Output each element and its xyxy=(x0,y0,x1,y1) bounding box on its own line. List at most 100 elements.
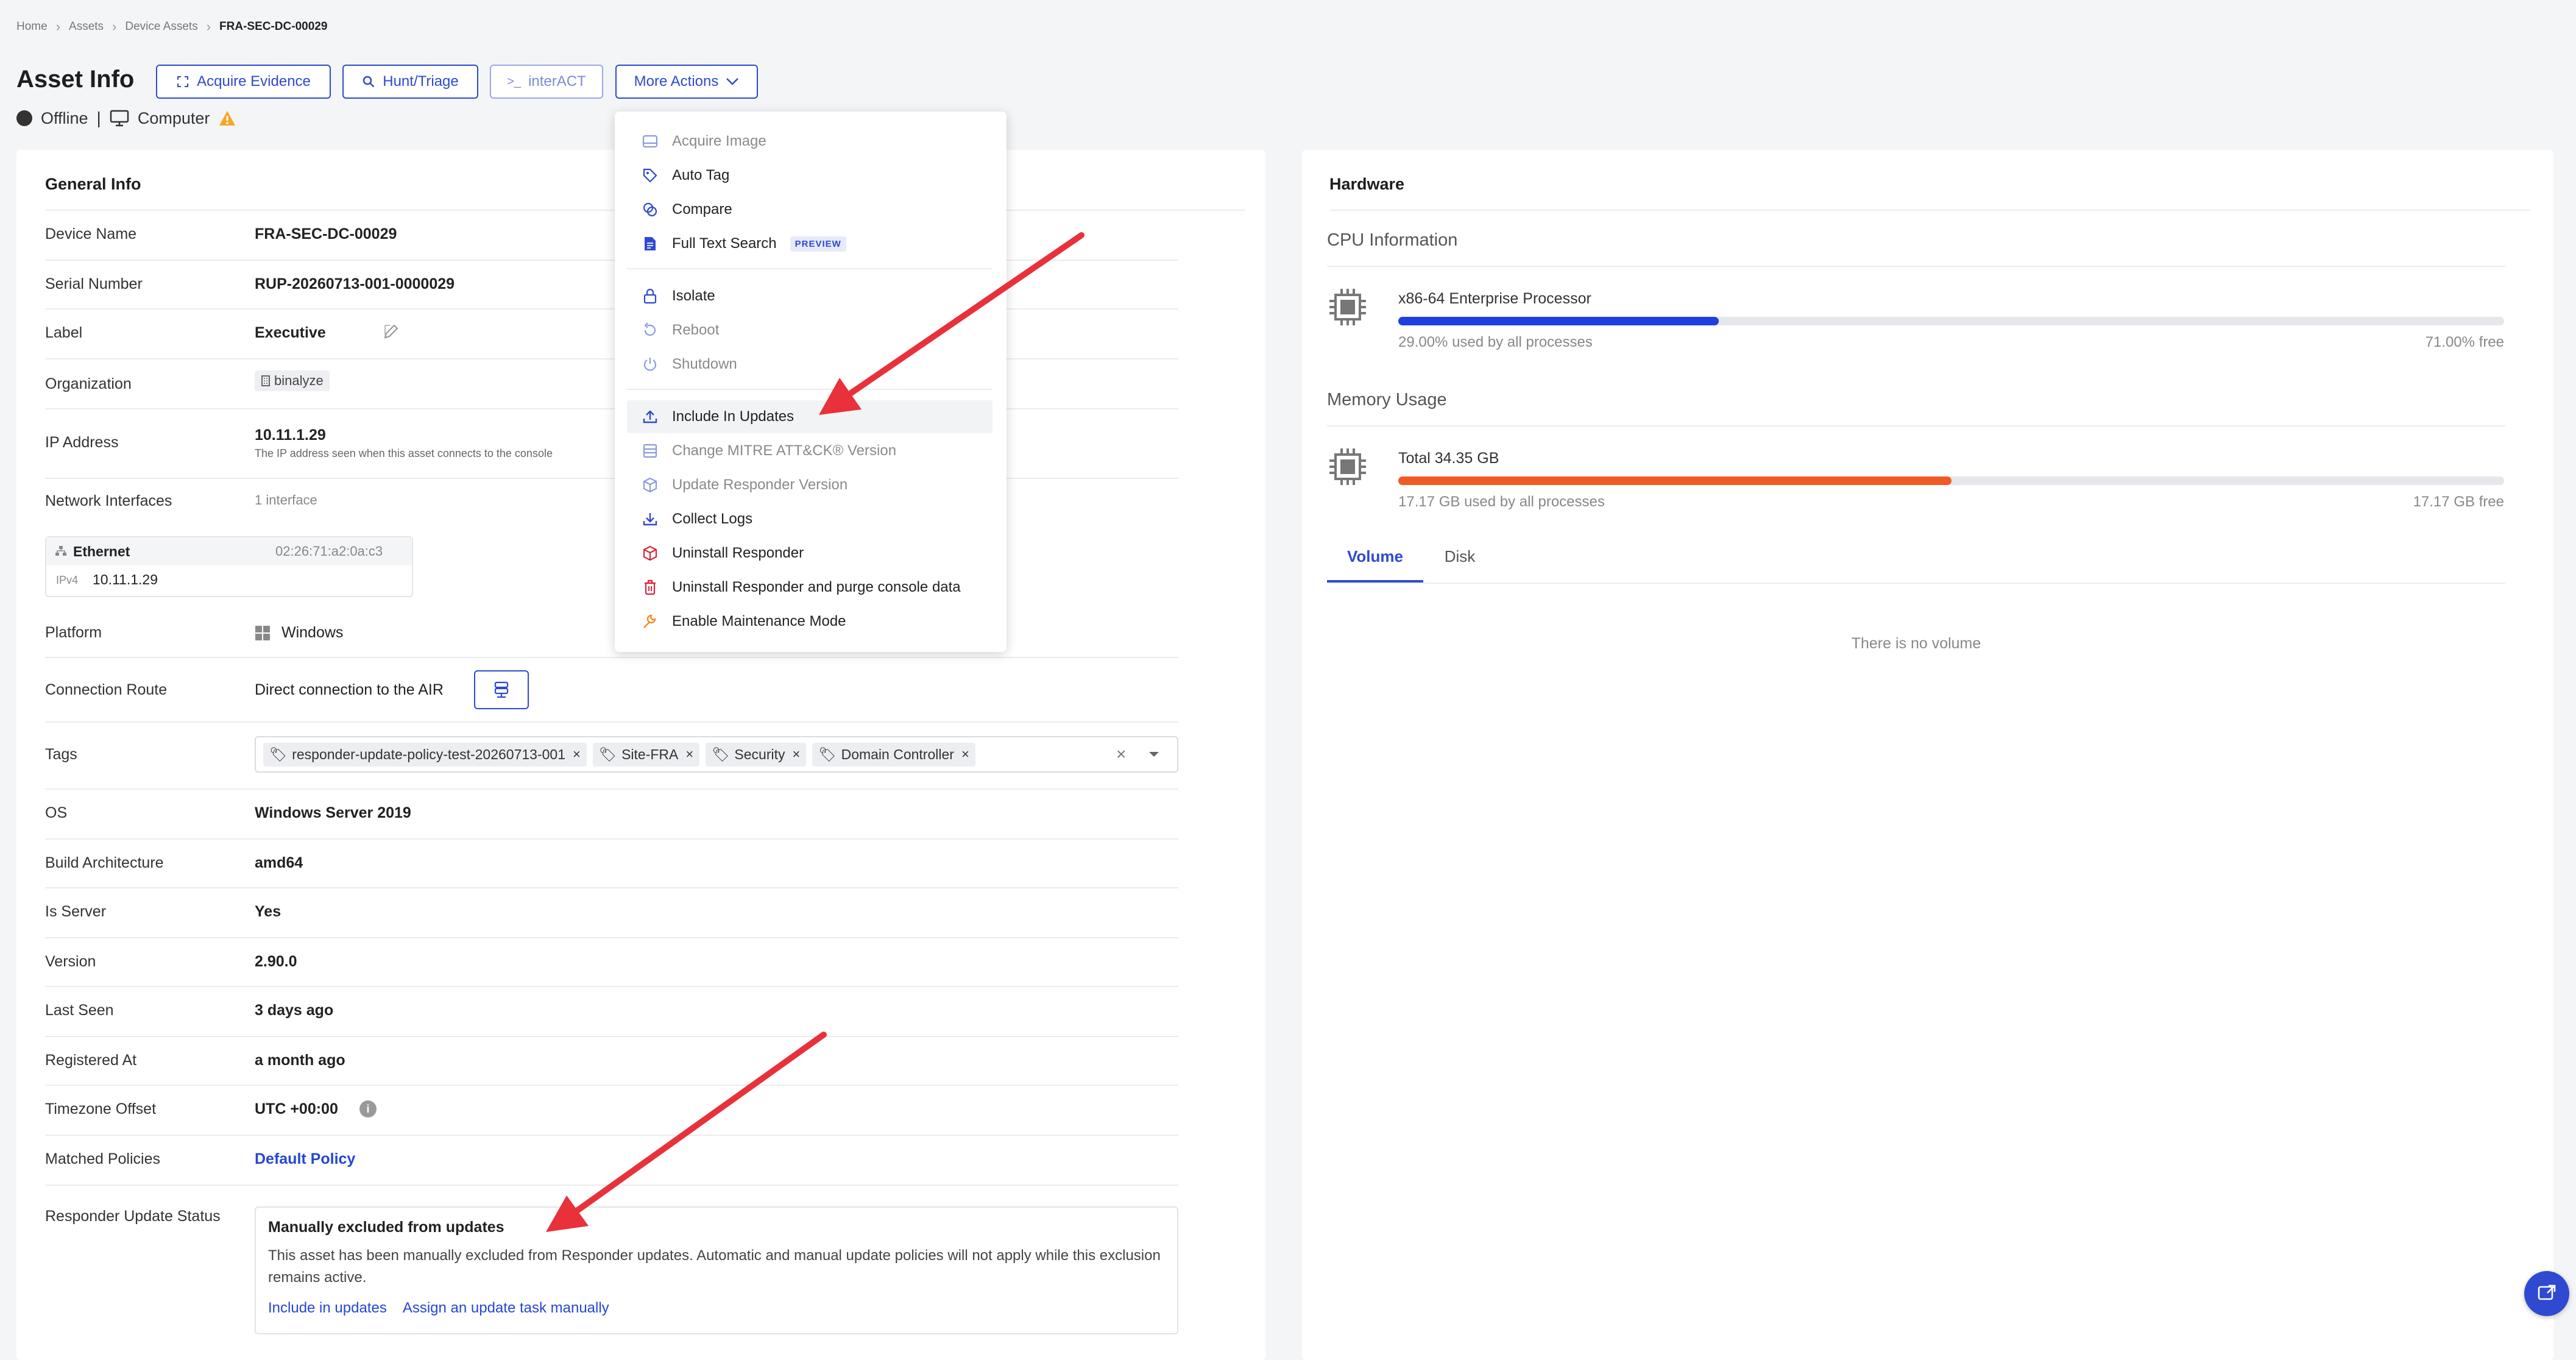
connection-route-button[interactable] xyxy=(474,670,529,709)
remove-tag-icon[interactable]: × xyxy=(793,746,801,762)
row-organization: Organization binalyze xyxy=(45,359,1178,409)
divider: | xyxy=(96,108,101,127)
tag-icon: 🏷 xyxy=(269,746,288,762)
warning-icon[interactable] xyxy=(218,110,236,127)
row-timezone: Timezone Offset UTC +00:00 i xyxy=(45,1086,1178,1136)
menu-change-mitre-version[interactable]: Change MITRE ATT&CK® Version xyxy=(627,434,993,467)
more-actions-button[interactable]: More Actions xyxy=(615,65,758,99)
cpu-section-title: CPU Information xyxy=(1327,230,1458,250)
remove-tag-icon[interactable]: × xyxy=(685,746,693,762)
interface-card: Ethernet 02:26:71:a2:0a:c3 IPv4 10.11.1.… xyxy=(45,536,413,597)
hunt-triage-label: Hunt/Triage xyxy=(383,73,459,90)
menu-divider xyxy=(627,268,993,269)
menu-label: Acquire Image xyxy=(672,133,766,149)
menu-acquire-image[interactable]: Acquire Image xyxy=(627,125,993,158)
menu-label: Include In Updates xyxy=(672,408,794,425)
notice-title: Manually excluded from updates xyxy=(268,1219,504,1236)
update-status-label: Responder Update Status xyxy=(45,1208,221,1225)
policy-link[interactable]: Default Policy xyxy=(255,1150,355,1168)
row-registered: Registered At a month ago xyxy=(45,1037,1178,1086)
remove-tag-icon[interactable]: × xyxy=(573,746,581,762)
trash-icon xyxy=(642,579,659,596)
windows-icon xyxy=(255,625,271,641)
page-title: Asset Info xyxy=(16,66,135,93)
menu-include-in-updates[interactable]: Include In Updates xyxy=(627,400,993,433)
cpu-used-text: 29.00% used by all processes xyxy=(1398,334,1593,350)
compare-icon xyxy=(642,201,659,218)
search-icon xyxy=(362,75,375,88)
tab-disk[interactable]: Disk xyxy=(1423,544,1496,583)
menu-divider xyxy=(627,389,993,390)
assign-update-task-link[interactable]: Assign an update task manually xyxy=(403,1300,609,1317)
hunt-triage-button[interactable]: Hunt/Triage xyxy=(342,65,478,99)
empty-volume-text: There is no volume xyxy=(1851,635,1981,652)
last-seen-value: 3 days ago xyxy=(255,1002,334,1019)
chevron-down-icon xyxy=(726,77,739,86)
breadcrumb-assets[interactable]: Assets xyxy=(69,20,104,34)
tab-volume[interactable]: Volume xyxy=(1327,544,1423,583)
organization-value: binalyze xyxy=(274,373,324,388)
divider xyxy=(1327,583,2505,584)
memory-usage-bar xyxy=(1398,476,2504,485)
network-count: 1 interface xyxy=(255,492,317,508)
clear-tags-icon[interactable]: × xyxy=(1116,745,1126,764)
menu-label: Full Text Search xyxy=(672,235,777,252)
connection-label: Connection Route xyxy=(45,681,168,698)
more-actions-menu: Acquire Image Auto Tag Compare Full Text… xyxy=(615,112,1007,652)
serial-value: RUP-20260713-001-0000029 xyxy=(255,275,455,292)
chat-support-button[interactable] xyxy=(2524,1271,2569,1316)
menu-reboot[interactable]: Reboot xyxy=(627,314,993,347)
arch-label: Build Architecture xyxy=(45,854,164,871)
menu-label: Compare xyxy=(672,201,732,218)
acquire-evidence-button[interactable]: Acquire Evidence xyxy=(156,65,331,99)
power-icon xyxy=(642,356,659,373)
device-name-value: FRA-SEC-DC-00029 xyxy=(255,225,397,243)
offline-status-dot xyxy=(16,110,32,126)
asset-type-label: Computer xyxy=(137,108,210,127)
computer-icon xyxy=(110,110,129,127)
menu-uninstall-responder[interactable]: Uninstall Responder xyxy=(627,537,993,570)
menu-update-responder[interactable]: Update Responder Version xyxy=(627,469,993,501)
divider xyxy=(1327,425,2505,427)
row-label: Label Executive xyxy=(45,310,1178,359)
row-serial: Serial Number RUP-20260713-001-0000029 xyxy=(45,261,1178,310)
menu-full-text-search[interactable]: Full Text Search PREVIEW xyxy=(627,227,993,260)
document-search-icon xyxy=(642,235,659,252)
row-ip: IP Address 10.11.1.29 The IP address see… xyxy=(45,409,1178,479)
info-icon[interactable]: i xyxy=(359,1100,377,1117)
network-icon xyxy=(55,545,67,557)
reboot-icon xyxy=(642,322,659,339)
organization-label: Organization xyxy=(45,375,132,392)
breadcrumb-device-assets[interactable]: Device Assets xyxy=(125,20,197,34)
edit-icon[interactable] xyxy=(383,323,400,340)
general-info-title: General Info xyxy=(45,175,141,193)
tag-label: Domain Controller xyxy=(841,746,954,762)
menu-enable-maintenance[interactable]: Enable Maintenance Mode xyxy=(627,605,993,638)
include-in-updates-link[interactable]: Include in updates xyxy=(268,1300,387,1317)
menu-compare[interactable]: Compare xyxy=(627,193,993,226)
building-icon xyxy=(261,375,271,387)
menu-auto-tag[interactable]: Auto Tag xyxy=(627,159,993,192)
tag-chip: 🏷 responder-update-policy-test-20260713-0… xyxy=(263,742,587,767)
cpu-name: x86-64 Enterprise Processor xyxy=(1398,290,1591,307)
breadcrumb-current: FRA-SEC-DC-00029 xyxy=(219,20,328,33)
is-server-value: Yes xyxy=(255,903,281,920)
memory-total: Total 34.35 GB xyxy=(1398,450,1499,467)
interact-button[interactable]: >_ interACT xyxy=(490,65,603,99)
hardware-card xyxy=(1302,150,2553,1360)
breadcrumb-home[interactable]: Home xyxy=(16,20,48,34)
menu-shutdown[interactable]: Shutdown xyxy=(627,348,993,381)
menu-isolate[interactable]: Isolate xyxy=(627,280,993,313)
remove-tag-icon[interactable]: × xyxy=(961,746,969,762)
menu-uninstall-purge[interactable]: Uninstall Responder and purge console da… xyxy=(627,571,993,604)
tag-icon xyxy=(642,167,659,184)
upload-icon xyxy=(642,408,659,425)
tag-chip: 🏷 Site-FRA × xyxy=(592,742,700,767)
device-name-label: Device Name xyxy=(45,225,137,243)
tags-input[interactable]: 🏷 responder-update-policy-test-20260713-0… xyxy=(255,736,1178,773)
registered-label: Registered At xyxy=(45,1052,137,1069)
menu-collect-logs[interactable]: Collect Logs xyxy=(627,503,993,536)
memory-used-text: 17.17 GB used by all processes xyxy=(1398,494,1605,510)
interface-ip-value: 10.11.1.29 xyxy=(93,572,158,587)
caret-down-icon[interactable] xyxy=(1148,751,1160,758)
